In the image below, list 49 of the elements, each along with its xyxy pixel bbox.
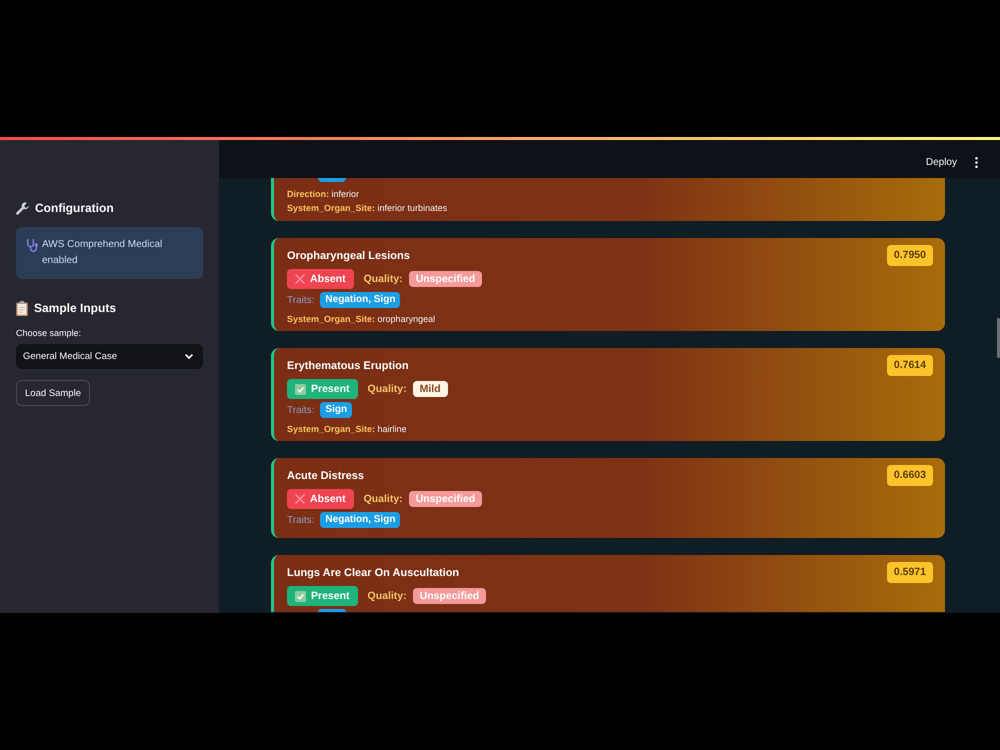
quality-label: Quality:	[364, 493, 403, 505]
sample-select[interactable]: General Medical Case	[16, 344, 203, 369]
check-icon	[295, 384, 306, 394]
info-text: AWS Comprehend Medical enabled	[42, 238, 164, 268]
stethoscope-icon	[27, 239, 38, 252]
status-label: Present	[311, 383, 350, 395]
quality-tag: Unspecified	[412, 588, 486, 604]
score-badge: 0.5971	[886, 562, 933, 583]
score-badge: 0.7614	[886, 355, 933, 376]
trait-tag	[318, 609, 346, 612]
cross-icon	[295, 274, 305, 284]
traits-label: Traits:	[287, 514, 314, 526]
quality-tag: Unspecified	[408, 271, 482, 287]
load-sample-button[interactable]: Load Sample	[16, 380, 90, 406]
trait-tag: Sign	[320, 402, 352, 418]
status-label: Absent	[310, 273, 346, 285]
scrollbar-thumb[interactable]	[997, 318, 1000, 358]
trait-tag	[318, 178, 346, 182]
score-badge: 0.6603	[886, 465, 933, 486]
entity-name: Oropharyngeal Lesions	[287, 250, 410, 262]
quality-label: Quality:	[364, 273, 403, 285]
check-icon	[295, 590, 306, 602]
quality-label: Quality:	[368, 590, 407, 602]
quality-tag: Unspecified	[408, 491, 482, 507]
cross-icon	[295, 494, 305, 504]
section-heading: Sample Inputs	[34, 301, 116, 315]
detail-text: Direction: inferior	[287, 188, 360, 201]
traits-label: Traits:	[287, 294, 314, 306]
clipboard-icon	[16, 300, 28, 316]
entity-name: Lungs Are Clear On Auscultation	[287, 566, 460, 578]
entity-name: Erythematous Eruption	[287, 360, 409, 372]
status-label: Present	[311, 590, 350, 602]
entity-name: Acute Distress	[287, 470, 364, 482]
deploy-button[interactable]: Deploy	[922, 152, 961, 172]
chevron-down-icon	[185, 354, 193, 359]
more-options-icon[interactable]	[975, 156, 978, 168]
traits-label: Traits:	[287, 404, 314, 416]
score-badge: 0.7950	[886, 245, 933, 266]
field-label: Choose sample:	[16, 327, 82, 340]
quality-label: Quality:	[368, 383, 407, 395]
wrench-icon	[16, 202, 29, 214]
detail-text: System_Organ_Site: oropharyngeal	[287, 313, 436, 326]
quality-tag: Mild	[412, 381, 448, 397]
detail-text: System_Organ_Site: inferior turbinates	[287, 202, 448, 215]
trait-tag: Negation, Sign	[320, 512, 400, 528]
trait-tag: Negation, Sign	[320, 292, 400, 308]
detail-text: System_Organ_Site: hairline	[287, 423, 407, 436]
section-heading: Configuration	[35, 201, 114, 215]
status-label: Absent	[310, 493, 346, 505]
